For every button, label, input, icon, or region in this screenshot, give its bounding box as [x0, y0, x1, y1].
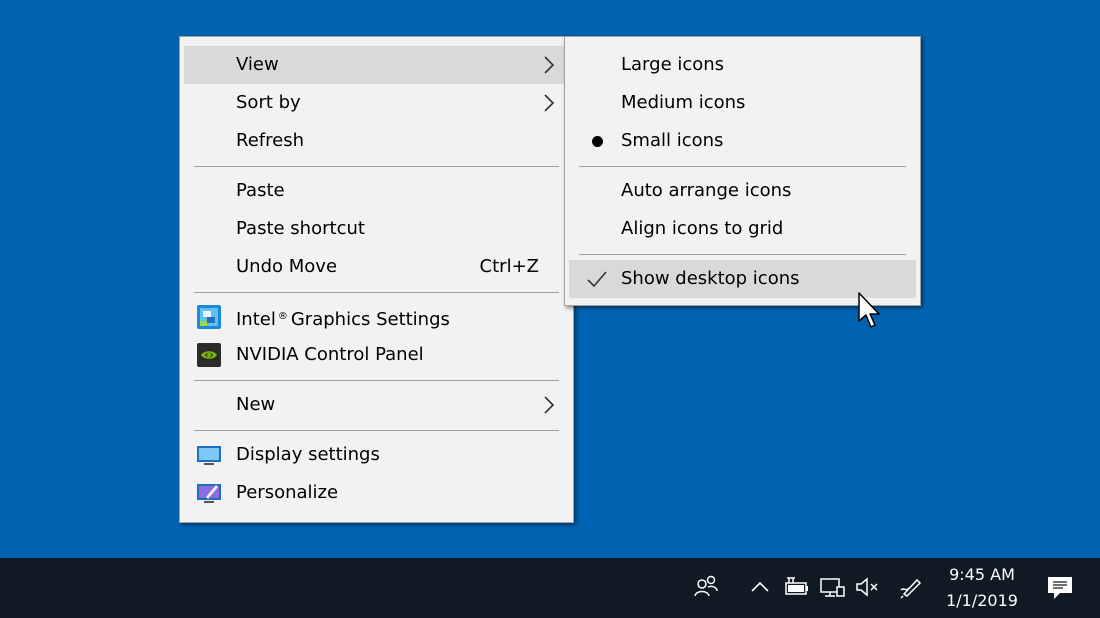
chevron-right-icon: [544, 396, 555, 414]
submenu-item-auto-arrange-icons[interactable]: Auto arrange icons: [569, 172, 916, 210]
menu-item-paste[interactable]: Paste: [184, 172, 569, 210]
submenu-item-medium-icons[interactable]: Medium icons: [569, 84, 916, 122]
menu-item-label: Large icons: [621, 54, 725, 75]
radio-bullet-icon: [592, 136, 603, 147]
clock-time: 9:45 AM: [949, 565, 1015, 584]
menu-item-label: Personalize: [236, 482, 339, 503]
menu-item-label: Auto arrange icons: [621, 180, 792, 201]
action-center-icon[interactable]: [1045, 572, 1075, 602]
nvidia-icon: [197, 343, 221, 367]
menu-separator: [194, 166, 559, 167]
intel-graphics-icon: [197, 305, 221, 329]
personalize-icon: [197, 484, 221, 503]
menu-separator: [194, 430, 559, 431]
display-icon: [197, 446, 221, 465]
menu-item-view[interactable]: View: [184, 46, 569, 84]
desktop-context-menu: View Sort by Refresh Paste Paste shortcu…: [179, 36, 574, 523]
menu-item-label: Undo Move: [236, 256, 338, 277]
menu-separator: [579, 254, 906, 255]
menu-item-refresh[interactable]: Refresh: [184, 122, 569, 160]
volume-muted-icon[interactable]: [853, 572, 883, 602]
menu-item-personalize[interactable]: Personalize: [184, 474, 569, 512]
submenu-item-align-icons-to-grid[interactable]: Align icons to grid: [569, 210, 916, 248]
menu-item-label: Sort by: [236, 92, 301, 113]
menu-separator: [194, 292, 559, 293]
menu-item-display-settings[interactable]: Display settings: [184, 436, 569, 474]
menu-item-intel-graphics-settings[interactable]: Intel ® Graphics Settings: [184, 298, 569, 336]
people-icon[interactable]: [691, 572, 721, 602]
menu-item-label: Intel: [236, 309, 276, 330]
registered-mark: ®: [277, 311, 288, 322]
menu-item-label: View: [236, 54, 279, 75]
pen-icon[interactable]: [895, 572, 925, 602]
menu-item-nvidia-control-panel[interactable]: NVIDIA Control Panel: [184, 336, 569, 374]
menu-item-sort-by[interactable]: Sort by: [184, 84, 569, 122]
clock-date: 1/1/2019: [946, 591, 1018, 610]
menu-item-label: Show desktop icons: [621, 268, 800, 289]
menu-item-paste-shortcut[interactable]: Paste shortcut: [184, 210, 569, 248]
taskbar: 9:45 AM 1/1/2019: [0, 558, 1100, 618]
battery-charging-icon[interactable]: [781, 572, 811, 602]
checkmark-icon: [587, 271, 607, 288]
menu-item-label: Medium icons: [621, 92, 746, 113]
view-submenu: Large icons Medium icons Small icons Aut…: [564, 36, 921, 306]
menu-item-label: Paste: [236, 180, 285, 201]
menu-item-label: Align icons to grid: [621, 218, 784, 239]
mouse-pointer-icon: [858, 292, 880, 328]
menu-item-shortcut: Ctrl+Z: [479, 256, 539, 277]
menu-item-label: New: [236, 394, 276, 415]
clock[interactable]: 9:45 AM 1/1/2019: [936, 562, 1028, 614]
menu-item-label: NVIDIA Control Panel: [236, 344, 424, 365]
submenu-item-small-icons[interactable]: Small icons: [569, 122, 916, 160]
menu-item-label: Paste shortcut: [236, 218, 365, 239]
menu-item-undo-move[interactable]: Undo Move Ctrl+Z: [184, 248, 569, 286]
chevron-right-icon: [544, 56, 555, 74]
menu-item-new[interactable]: New: [184, 386, 569, 424]
menu-item-label: Display settings: [236, 444, 380, 465]
menu-separator: [194, 380, 559, 381]
submenu-item-large-icons[interactable]: Large icons: [569, 46, 916, 84]
menu-separator: [579, 166, 906, 167]
chevron-up-icon[interactable]: [745, 572, 775, 602]
menu-item-label: Small icons: [621, 130, 724, 151]
menu-item-label: Refresh: [236, 130, 304, 151]
menu-item-label-suffix: Graphics Settings: [290, 309, 450, 330]
chevron-right-icon: [544, 94, 555, 112]
network-icon[interactable]: [817, 572, 847, 602]
